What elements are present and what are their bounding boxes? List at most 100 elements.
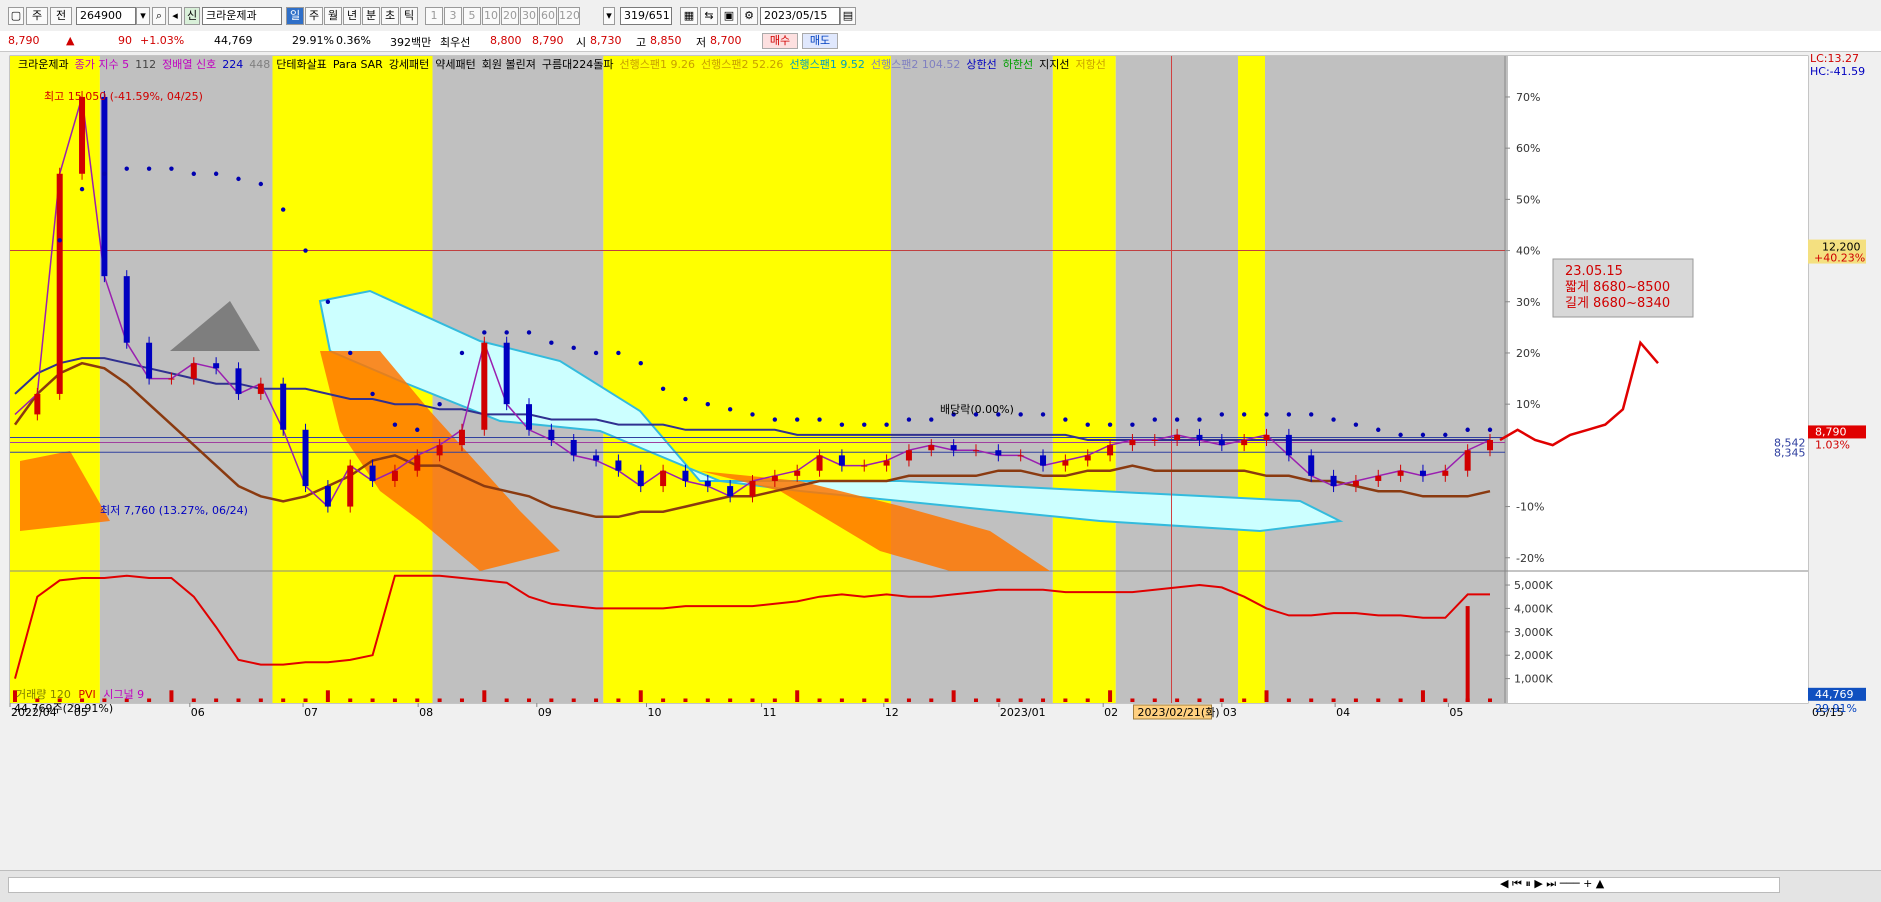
- candle-body-42: [950, 445, 957, 451]
- volume-ratio: 29.91%: [292, 34, 334, 47]
- period-3[interactable]: 년: [343, 7, 361, 25]
- volume-bar-25: [571, 698, 576, 702]
- interval-3[interactable]: 3: [444, 7, 462, 25]
- period-4[interactable]: 분: [362, 7, 380, 25]
- volume-bar-33: [750, 698, 755, 702]
- sar-dot-28: [638, 361, 643, 366]
- sar-dot-18: [415, 427, 420, 432]
- toolbar: ▢ 주 전 264900 ▾ ⌕ ◂ 신 크라운제과 ▾ 319/651 ▦ ⇆…: [0, 0, 1881, 32]
- count-field[interactable]: 319/651: [620, 7, 672, 25]
- candle-body-5: [123, 276, 130, 343]
- candle-body-18: [414, 455, 421, 471]
- sar-dot-47: [1063, 417, 1068, 422]
- candle-body-36: [816, 455, 823, 471]
- grid-icon[interactable]: ▦: [680, 7, 698, 25]
- period-prefix[interactable]: 주: [26, 7, 48, 25]
- sar-dot-37: [839, 422, 845, 427]
- period-1[interactable]: 주: [305, 7, 323, 25]
- sar-dot-25: [571, 345, 576, 351]
- volume-bar-40: [906, 698, 911, 702]
- pct-label-6: 10%: [1516, 398, 1540, 411]
- bottom-scrollbar[interactable]: ◀ ⏮ ⏸ ▶ ⏭ ─── + ▲: [0, 870, 1881, 902]
- candle-body-27: [615, 460, 622, 471]
- volume-bar-23: [527, 698, 532, 702]
- candle-body-10: [235, 368, 242, 394]
- save-icon[interactable]: ▣: [720, 7, 738, 25]
- calendar-icon[interactable]: ▤: [840, 7, 856, 25]
- x-label-12: 04: [1336, 706, 1350, 719]
- candle-body-26: [593, 455, 600, 461]
- speaker-icon[interactable]: ◂: [168, 7, 182, 25]
- low-value: 8,700: [710, 34, 742, 47]
- legend-item-5: 448: [249, 58, 271, 71]
- legend-item-18: 지지선: [1039, 58, 1070, 71]
- volume-bar-28: [638, 690, 643, 702]
- interval-1[interactable]: 1: [425, 7, 443, 25]
- sar-dot-13: [303, 248, 308, 253]
- search-icon[interactable]: ⌕: [152, 7, 166, 25]
- sar-dot-38: [862, 422, 867, 427]
- period-6[interactable]: 틱: [400, 7, 418, 25]
- volume-bar-26: [594, 698, 599, 702]
- interval-30[interactable]: 30: [520, 7, 538, 25]
- date-field[interactable]: 2023/05/15: [760, 7, 840, 25]
- period-0[interactable]: 일: [286, 7, 304, 25]
- volume-bar-52: [1175, 698, 1180, 702]
- candle-body-61: [1375, 475, 1382, 481]
- sar-dot-55: [1241, 412, 1247, 417]
- gear-icon[interactable]: ⚙: [740, 7, 758, 25]
- vol-label-1: 4,000K: [1514, 602, 1553, 615]
- interval-60[interactable]: 60: [539, 7, 557, 25]
- interval-5[interactable]: 5: [463, 7, 481, 25]
- period-5[interactable]: 초: [381, 7, 399, 25]
- current-pct: 1.03%: [1815, 438, 1850, 451]
- stock-code-input[interactable]: 264900: [76, 7, 136, 25]
- volume-bar-8: [191, 698, 196, 702]
- window-icon[interactable]: ▢: [8, 7, 24, 25]
- volume-bar-48: [1085, 698, 1090, 702]
- volume-bar-44: [996, 698, 1001, 702]
- sar-dot-40: [906, 417, 912, 422]
- volume-bar-27: [616, 698, 621, 702]
- volume-bar-56: [1264, 690, 1269, 702]
- volume-bar-62: [1398, 698, 1403, 702]
- candle-body-56: [1263, 434, 1270, 440]
- compare-icon[interactable]: ⇆: [700, 7, 718, 25]
- sell-button[interactable]: 매도: [802, 33, 838, 49]
- interval-10[interactable]: 10: [482, 7, 500, 25]
- vol-label-3: 2,000K: [1514, 649, 1553, 662]
- volume-spike-bar: [1465, 606, 1470, 702]
- quote-row: 8,790 ▲ 90 +1.03% 44,769 29.91% 0.36% 39…: [0, 31, 1881, 52]
- legend-item-13: 선행스팬2 52.26: [700, 58, 784, 71]
- x-label-6: 10: [647, 706, 661, 719]
- legend-item-9: 약세패턴: [435, 58, 476, 71]
- high-annotation: 최고 15,050 (-41.59%, 04/25): [44, 90, 203, 103]
- sar-dot-45: [1018, 412, 1023, 417]
- volume-bar-61: [1376, 698, 1381, 702]
- volume-bar-22: [504, 698, 509, 702]
- price-value: 8,790: [8, 34, 40, 47]
- candle-body-12: [280, 383, 287, 430]
- period-all[interactable]: 전: [50, 7, 72, 25]
- sar-dot-11: [258, 181, 264, 187]
- period-2[interactable]: 월: [324, 7, 342, 25]
- code-dropdown-icon[interactable]: ▾: [136, 7, 150, 25]
- interval-20[interactable]: 20: [501, 7, 519, 25]
- sar-dot-6: [146, 166, 152, 171]
- sar-dot-62: [1398, 432, 1403, 438]
- credit-icon[interactable]: 신: [184, 7, 200, 25]
- scroll-controls[interactable]: ◀ ⏮ ⏸ ▶ ⏭ ─── + ▲: [1500, 877, 1604, 891]
- sar-dot-22: [504, 330, 509, 335]
- interval-dropdown-icon[interactable]: ▾: [603, 7, 615, 25]
- volume-bar-53: [1197, 698, 1202, 702]
- volume-bar-31: [705, 698, 710, 702]
- stock-name-field[interactable]: 크라운제과: [202, 7, 282, 25]
- change-value: 90: [118, 34, 132, 47]
- dividend-annotation: 배당락(0.00%): [940, 403, 1014, 416]
- price-chart[interactable]: 70% 60% 50% 40% 30% 20% 10% -10% -20% 5,000K 4,000…: [0, 51, 1881, 870]
- sar-dot-53: [1197, 417, 1202, 422]
- candle-body-44: [995, 450, 1002, 456]
- candle-body-58: [1308, 455, 1315, 476]
- interval-120[interactable]: 120: [558, 7, 580, 25]
- buy-button[interactable]: 매수: [762, 33, 798, 49]
